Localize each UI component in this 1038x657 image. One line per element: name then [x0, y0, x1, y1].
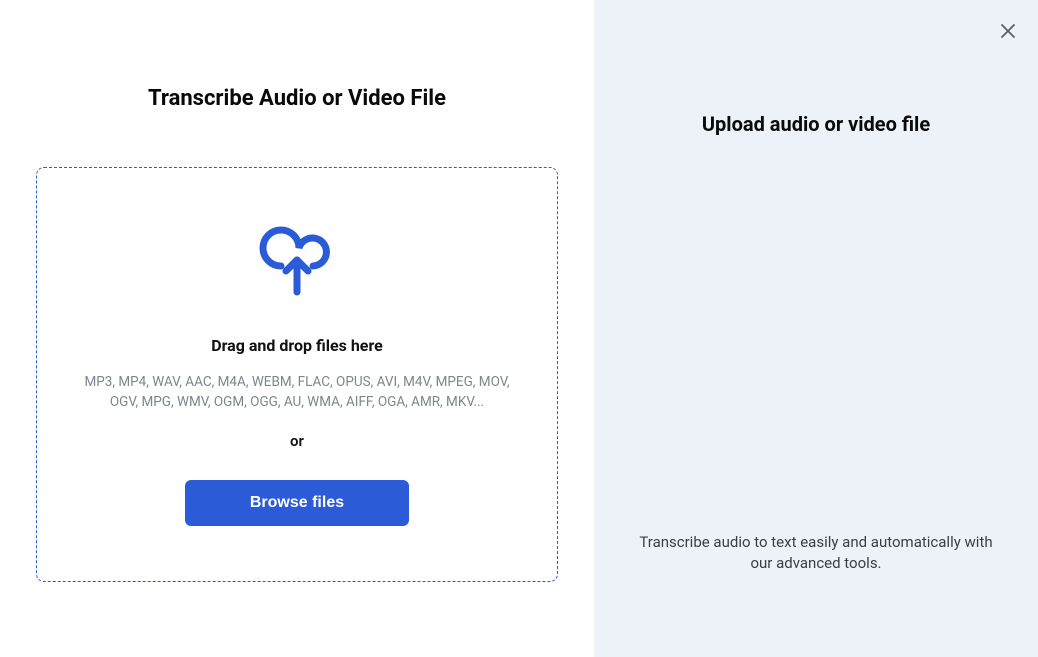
right-panel-description: Transcribe audio to text easily and auto… [630, 532, 1002, 574]
close-button[interactable] [996, 20, 1020, 44]
drag-drop-label: Drag and drop files here [211, 336, 383, 355]
right-panel-title: Upload audio or video file [702, 112, 930, 136]
file-dropzone[interactable]: Drag and drop files here MP3, MP4, WAV, … [36, 167, 558, 582]
or-separator: or [290, 432, 304, 450]
close-icon [1000, 23, 1016, 42]
page-title: Transcribe Audio or Video File [148, 86, 446, 111]
supported-formats-text: MP3, MP4, WAV, AAC, M4A, WEBM, FLAC, OPU… [77, 373, 517, 412]
browse-files-button[interactable]: Browse files [185, 480, 409, 526]
left-panel: Transcribe Audio or Video File Drag and … [0, 0, 594, 657]
upload-cloud-icon [259, 224, 335, 302]
right-panel: Upload audio or video file Transcribe au… [594, 0, 1038, 657]
